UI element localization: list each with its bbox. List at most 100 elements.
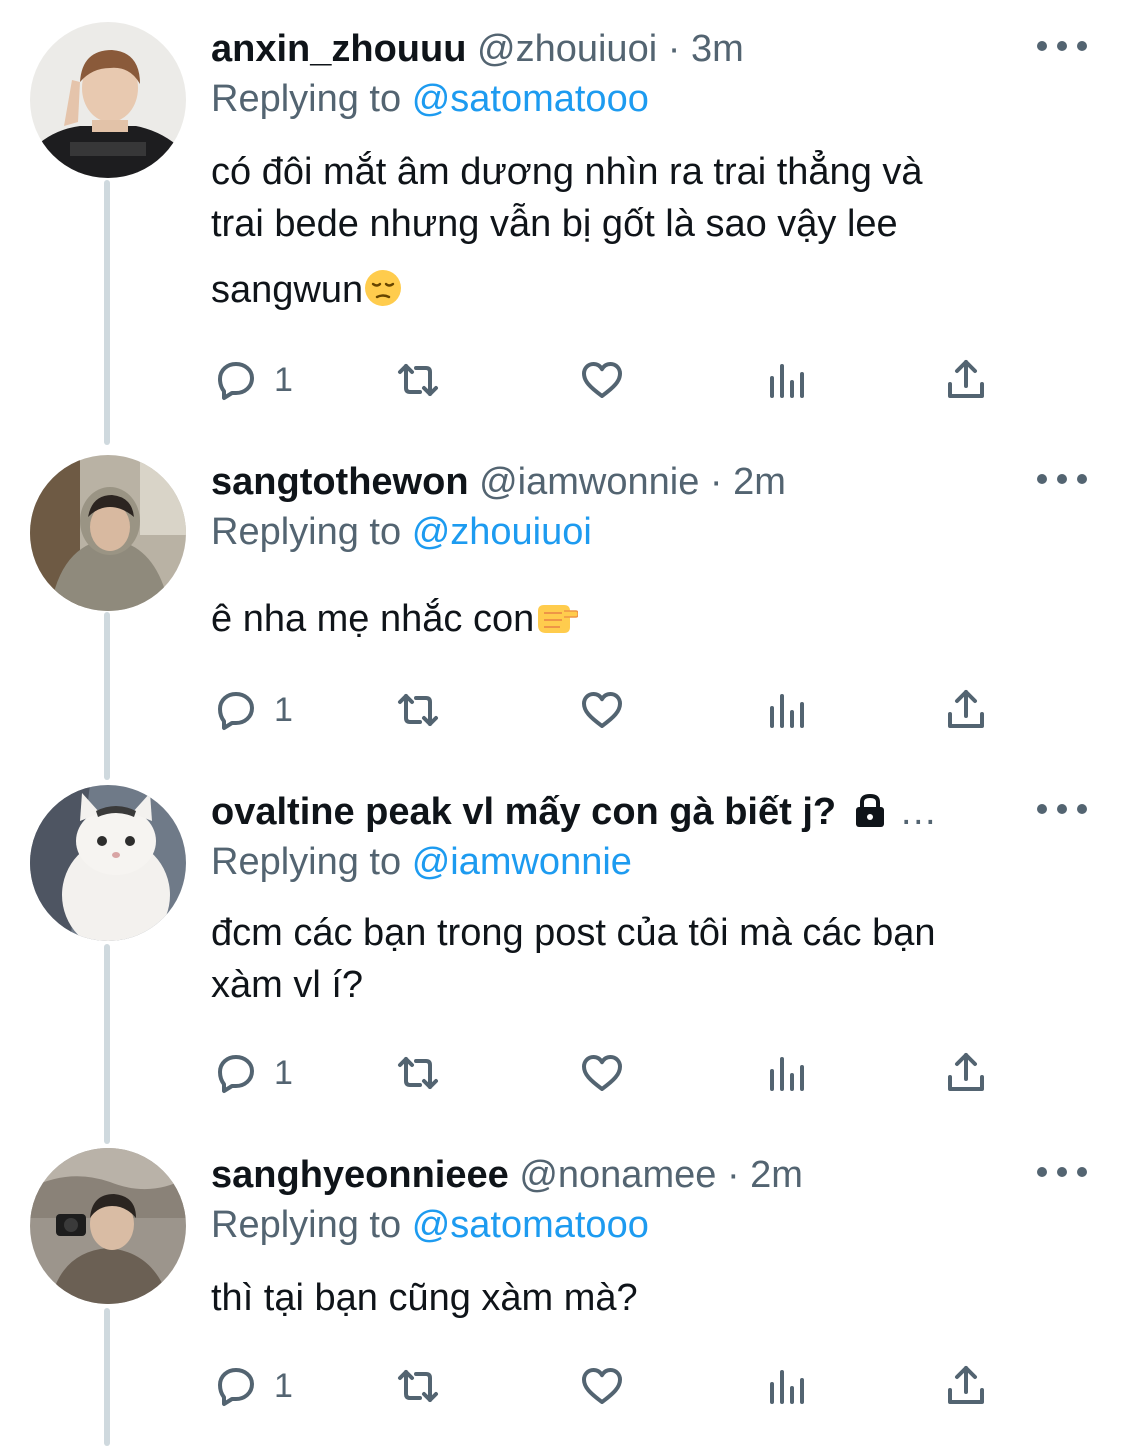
retweet-icon	[398, 1057, 438, 1089]
reply-count: 1	[274, 1054, 293, 1092]
reply-count: 1	[274, 361, 293, 399]
reply-button[interactable]: 1	[212, 350, 293, 410]
display-name[interactable]: sanghyeonnieee	[211, 1154, 509, 1196]
share-icon	[948, 1366, 984, 1404]
truncated-ellipsis: …	[899, 791, 938, 833]
like-button[interactable]	[578, 350, 626, 410]
avatar[interactable]	[30, 1148, 186, 1304]
like-button[interactable]	[578, 1356, 626, 1416]
action-bar: 1	[0, 1356, 1125, 1416]
like-button[interactable]	[578, 1043, 626, 1103]
tweet-header: sanghyeonnieee @nonamee · 2m	[211, 1150, 975, 1200]
share-button[interactable]	[942, 680, 990, 740]
retweet-button[interactable]	[394, 1356, 442, 1416]
tweet-text-line: sangwun	[211, 269, 364, 311]
reply-icon	[218, 362, 254, 400]
pointing-fist-icon	[534, 597, 579, 651]
views-icon	[770, 694, 804, 728]
avatar[interactable]	[30, 22, 186, 178]
more-icon[interactable]	[1037, 459, 1087, 499]
timestamp[interactable]: 3m	[691, 28, 744, 70]
reply-button[interactable]: 1	[212, 1356, 293, 1416]
reply-timeline: anxin_zhouuu @zhouiuoi · 3m Replying to …	[0, 0, 1125, 1446]
separator: ·	[726, 1154, 740, 1196]
tweet[interactable]: ovaltine peak vl mấy con gà biết j? … Re…	[0, 785, 1125, 1120]
tweet-text: thì tại bạn cũng xàm mà?	[211, 1272, 1081, 1324]
views-button[interactable]	[762, 350, 810, 410]
tweet-header: anxin_zhouuu @zhouiuoi · 3m	[211, 24, 975, 74]
pensive-face-icon	[363, 268, 403, 322]
separator: ·	[667, 28, 681, 70]
replying-to-handle[interactable]: @satomatooo	[412, 78, 649, 120]
tweet-text-line: đcm các bạn trong post của tôi mà các bạ…	[211, 912, 936, 954]
share-icon	[948, 1053, 984, 1091]
tweet-text-row: sangwun	[211, 264, 1081, 322]
views-icon	[770, 364, 804, 398]
reply-button[interactable]: 1	[212, 1043, 293, 1103]
retweet-button[interactable]	[394, 350, 442, 410]
retweet-icon	[398, 694, 438, 726]
replying-to-label: Replying to	[211, 511, 402, 553]
tweet-text: ê nha mẹ nhắc con	[211, 593, 1081, 651]
replying-to-handle[interactable]: @satomatooo	[412, 1204, 649, 1246]
share-button[interactable]	[942, 350, 990, 410]
timestamp[interactable]: 2m	[733, 461, 786, 503]
lock-icon	[851, 791, 889, 837]
tweet-header: ovaltine peak vl mấy con gà biết j? …	[211, 787, 975, 837]
views-icon	[770, 1057, 804, 1091]
replying-to: Replying to @zhouiuoi	[211, 507, 592, 557]
user-handle[interactable]: @zhouiuoi	[477, 28, 657, 70]
retweet-icon	[398, 364, 438, 396]
share-icon	[948, 690, 984, 728]
share-button[interactable]	[942, 1356, 990, 1416]
tweet-text: có đôi mắt âm dương nhìn ra trai thẳng v…	[211, 146, 1081, 322]
replying-to: Replying to @satomatooo	[211, 1200, 649, 1250]
action-bar: 1	[0, 350, 1125, 410]
views-button[interactable]	[762, 1043, 810, 1103]
replying-to-handle[interactable]: @zhouiuoi	[412, 511, 592, 553]
like-button[interactable]	[578, 680, 626, 740]
tweet-text-row: ê nha mẹ nhắc con	[211, 593, 1081, 651]
tweet[interactable]: sanghyeonnieee @nonamee · 2m Replying to…	[0, 1148, 1125, 1438]
reply-icon	[218, 692, 254, 730]
replying-to-label: Replying to	[211, 78, 402, 120]
replying-to-handle[interactable]: @iamwonnie	[412, 841, 632, 883]
reply-count: 1	[274, 691, 293, 729]
avatar[interactable]	[30, 785, 186, 941]
more-icon[interactable]	[1037, 26, 1087, 66]
views-button[interactable]	[762, 680, 810, 740]
reply-icon	[218, 1368, 254, 1406]
share-button[interactable]	[942, 1043, 990, 1103]
tweet[interactable]: anxin_zhouuu @zhouiuoi · 3m Replying to …	[0, 22, 1125, 422]
avatar[interactable]	[30, 455, 186, 611]
like-icon	[582, 1055, 622, 1091]
reply-count: 1	[274, 1367, 293, 1405]
display-name[interactable]: ovaltine peak vl mấy con gà biết j?	[211, 791, 836, 833]
reply-button[interactable]: 1	[212, 680, 293, 740]
tweet-text-line: thì tại bạn cũng xàm mà?	[211, 1277, 638, 1319]
user-handle[interactable]: @nonamee	[519, 1154, 716, 1196]
share-icon	[948, 360, 984, 398]
replying-to: Replying to @satomatooo	[211, 74, 649, 124]
action-bar: 1	[0, 680, 1125, 740]
timestamp[interactable]: 2m	[750, 1154, 803, 1196]
more-icon[interactable]	[1037, 1152, 1087, 1192]
retweet-button[interactable]	[394, 1043, 442, 1103]
display-name[interactable]: sangtothewon	[211, 461, 469, 503]
views-button[interactable]	[762, 1356, 810, 1416]
action-bar: 1	[0, 1043, 1125, 1103]
like-icon	[582, 362, 622, 398]
reply-icon	[218, 1055, 254, 1093]
tweet[interactable]: sangtothewon @iamwonnie · 2m Replying to…	[0, 455, 1125, 755]
user-handle[interactable]: @iamwonnie	[479, 461, 699, 503]
tweet-text-line: có đôi mắt âm dương nhìn ra trai thẳng v…	[211, 151, 923, 193]
tweet-text-line: xàm vl í?	[211, 964, 364, 1006]
tweet-header: sangtothewon @iamwonnie · 2m	[211, 457, 975, 507]
retweet-button[interactable]	[394, 680, 442, 740]
replying-to-label: Replying to	[211, 841, 402, 883]
tweet-text-line: ê nha mẹ nhắc con	[211, 598, 535, 640]
more-icon[interactable]	[1037, 789, 1087, 829]
separator: ·	[709, 461, 723, 503]
views-icon	[770, 1370, 804, 1404]
display-name[interactable]: anxin_zhouuu	[211, 28, 466, 70]
